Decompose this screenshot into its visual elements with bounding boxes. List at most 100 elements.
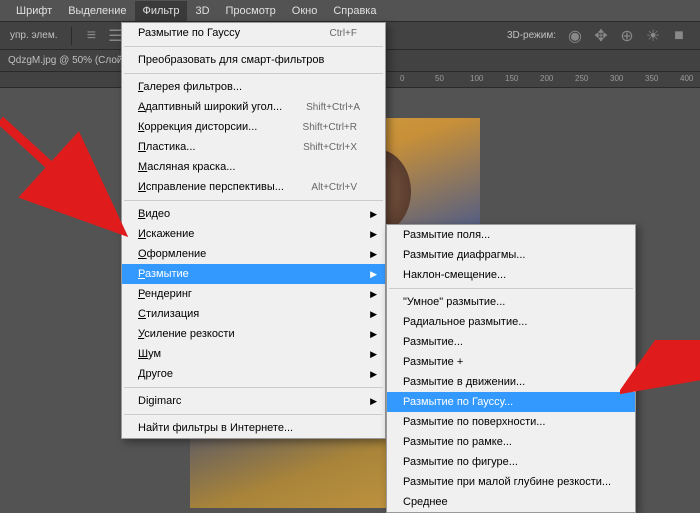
- submenu-arrow-icon: ▶: [370, 269, 377, 280]
- blur-submenu-item[interactable]: Размытие по Гауссу...: [387, 392, 635, 412]
- menu-item-label: Размытие по поверхности...: [403, 416, 545, 428]
- menu-item-label: Найти фильтры в Интернете...: [138, 422, 293, 434]
- menu-item-label: Размытие...: [403, 336, 463, 348]
- menu-item-label: Другое: [138, 368, 173, 380]
- menu-shortcut: Ctrl+F: [330, 28, 358, 39]
- menu-shortcut: Shift+Ctrl+A: [306, 102, 360, 113]
- filter-menu-item[interactable]: Рендеринг ▶: [122, 284, 385, 304]
- submenu-arrow-icon: ▶: [370, 229, 377, 240]
- document-title: QdzgM.jpg @ 50% (Слой 0: [8, 55, 131, 66]
- menu-item-label: Преобразовать для смарт-фильтров: [138, 54, 324, 66]
- filter-menu-item[interactable]: Видео▶: [122, 204, 385, 224]
- filter-menu-item[interactable]: Шум▶: [122, 344, 385, 364]
- menu-item-label: Оформление: [138, 248, 206, 260]
- menu-item-label: Пластика...: [138, 141, 195, 153]
- menu-window[interactable]: Окно: [284, 1, 326, 21]
- menu-separator: [124, 414, 383, 415]
- blur-submenu-item[interactable]: Среднее: [387, 492, 635, 512]
- ruler-tick: 50: [435, 74, 444, 83]
- menu-item-label: Галерея фильтров...: [138, 81, 242, 93]
- blur-submenu-item[interactable]: Наклон-смещение...: [387, 265, 635, 285]
- filter-menu-item[interactable]: Digimarc ▶: [122, 391, 385, 411]
- filter-menu-item[interactable]: Галерея фильтров...: [122, 77, 385, 97]
- submenu-arrow-icon: ▶: [370, 329, 377, 340]
- menu-separator: [124, 46, 383, 47]
- menu-item-label: Размытие в движении...: [403, 376, 525, 388]
- filter-menu-item[interactable]: Искажение ▶: [122, 224, 385, 244]
- menu-separator: [124, 73, 383, 74]
- filter-menu-item[interactable]: Найти фильтры в Интернете...: [122, 418, 385, 438]
- submenu-arrow-icon: ▶: [370, 396, 377, 407]
- filter-menu-item[interactable]: Другое ▶: [122, 364, 385, 384]
- filter-menu-item[interactable]: Масляная краска...: [122, 157, 385, 177]
- filter-menu-item[interactable]: Размытие ▶: [122, 264, 385, 284]
- align-icon[interactable]: ≡: [82, 27, 100, 45]
- menu-item-label: Стилизация: [138, 308, 199, 320]
- light-icon[interactable]: ☀: [644, 27, 662, 45]
- menu-item-label: Искажение: [138, 228, 194, 240]
- menu-shortcut: Alt+Ctrl+V: [311, 182, 357, 193]
- ruler-tick: 400: [680, 74, 693, 83]
- blur-submenu-item[interactable]: Размытие...: [387, 332, 635, 352]
- menu-item-label: Радиальное размытие...: [403, 316, 527, 328]
- filter-menu-item[interactable]: Исправление перспективы...Alt+Ctrl+V: [122, 177, 385, 197]
- menu-item-label: Размытие по фигуре...: [403, 456, 518, 468]
- menubar: Шрифт Выделение Фильтр 3D Просмотр Окно …: [0, 0, 700, 22]
- menu-filter[interactable]: Фильтр: [135, 1, 188, 21]
- blur-submenu-item[interactable]: Размытие по фигуре...: [387, 452, 635, 472]
- filter-menu-item[interactable]: Пластика...Shift+Ctrl+X: [122, 137, 385, 157]
- ruler-tick: 300: [610, 74, 623, 83]
- menu-view[interactable]: Просмотр: [218, 1, 284, 21]
- orbit-icon[interactable]: ◉: [566, 27, 584, 45]
- menu-item-label: Шум: [138, 348, 161, 360]
- blur-submenu-item[interactable]: Размытие поля...: [387, 225, 635, 245]
- blur-submenu-item[interactable]: Размытие по рамке...: [387, 432, 635, 452]
- menu-item-label: Размытие по рамке...: [403, 436, 512, 448]
- menu-item-label: Среднее: [403, 496, 448, 508]
- blur-submenu: Размытие поля... Размытие диафрагмы... Нак…: [386, 224, 636, 513]
- menu-item-label: Коррекция дисторсии...: [138, 121, 257, 133]
- blur-submenu-item[interactable]: Радиальное размытие...: [387, 312, 635, 332]
- zoom-icon[interactable]: ⊕: [618, 27, 636, 45]
- filter-menu-item[interactable]: Размытие по ГауссуCtrl+F: [122, 23, 385, 43]
- ruler-tick: 350: [645, 74, 658, 83]
- blur-submenu-item[interactable]: Размытие диафрагмы...: [387, 245, 635, 265]
- separator: [71, 27, 72, 45]
- filter-menu-item[interactable]: Оформление ▶: [122, 244, 385, 264]
- filter-menu-item[interactable]: Преобразовать для смарт-фильтров: [122, 50, 385, 70]
- menu-help[interactable]: Справка: [325, 1, 384, 21]
- ruler-tick: 250: [575, 74, 588, 83]
- pan-icon[interactable]: ✥: [592, 27, 610, 45]
- camera-icon[interactable]: ■: [670, 27, 688, 45]
- ruler-tick: 0: [400, 74, 404, 83]
- blur-submenu-item[interactable]: Размытие +: [387, 352, 635, 372]
- menu-separator: [124, 387, 383, 388]
- menu-font[interactable]: Шрифт: [8, 1, 60, 21]
- menu-item-label: Рендеринг: [138, 288, 192, 300]
- filter-menu-item[interactable]: Адаптивный широкий угол...Shift+Ctrl+A: [122, 97, 385, 117]
- menu-item-label: Видео: [138, 208, 170, 220]
- blur-submenu-item[interactable]: Размытие при малой глубине резкости...: [387, 472, 635, 492]
- menu-item-label: Размытие +: [403, 356, 463, 368]
- submenu-arrow-icon: ▶: [370, 289, 377, 300]
- menu-item-label: Размытие при малой глубине резкости...: [403, 476, 611, 488]
- blur-submenu-item[interactable]: Размытие в движении...: [387, 372, 635, 392]
- filter-menu-item[interactable]: Стилизация▶: [122, 304, 385, 324]
- menu-3d[interactable]: 3D: [187, 1, 217, 21]
- blur-submenu-item[interactable]: "Умное" размытие...: [387, 292, 635, 312]
- menu-item-label: Размытие диафрагмы...: [403, 249, 525, 261]
- filter-menu-item[interactable]: Усиление резкости▶: [122, 324, 385, 344]
- ruler-tick: 200: [540, 74, 553, 83]
- menu-select[interactable]: Выделение: [60, 1, 134, 21]
- menu-shortcut: Shift+Ctrl+R: [303, 122, 357, 133]
- menu-item-label: Размытие по Гауссу...: [403, 396, 513, 408]
- menu-item-label: Размытие поля...: [403, 229, 490, 241]
- filter-menu-item[interactable]: Коррекция дисторсии... Shift+Ctrl+R: [122, 117, 385, 137]
- blur-submenu-item[interactable]: Размытие по поверхности...: [387, 412, 635, 432]
- menu-item-label: Digimarc: [138, 395, 181, 407]
- submenu-arrow-icon: ▶: [370, 369, 377, 380]
- menu-item-label: Наклон-смещение...: [403, 269, 506, 281]
- submenu-arrow-icon: ▶: [370, 249, 377, 260]
- menu-item-label: "Умное" размытие...: [403, 296, 505, 308]
- menu-item-label: Размытие: [138, 268, 189, 280]
